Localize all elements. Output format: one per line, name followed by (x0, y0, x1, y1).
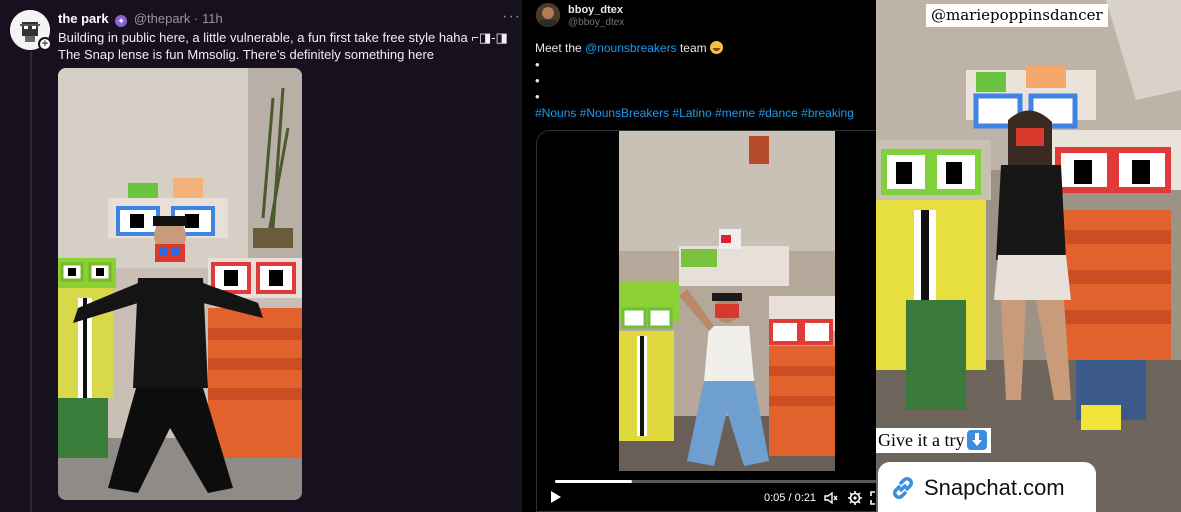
more-options-icon[interactable]: ··· (502, 8, 521, 26)
add-icon[interactable]: + (38, 37, 52, 51)
link-text[interactable]: Snapchat.com (924, 475, 1065, 501)
verified-badge-icon: ✦ (115, 15, 128, 27)
tweet-video[interactable]: 0:05 / 0:21 (536, 130, 876, 512)
user-mention-tag[interactable]: @mariepoppinsdancer (926, 4, 1108, 27)
mention-link[interactable]: @nounsbreakers (585, 41, 677, 55)
call-to-action: Give it a try (876, 428, 992, 453)
cast-panel: + the park ✦ @thepark · 11h ··· Building… (0, 0, 522, 512)
time-separator: / (785, 492, 795, 504)
cast-header: the park ✦ @thepark · 11h (58, 11, 223, 27)
cta-text: Give it a try (878, 430, 965, 450)
tweet-panel: bboy_dtex @bboy_dtex Meet the @nounsbrea… (522, 0, 876, 512)
video-progress-fill (555, 480, 632, 483)
display-name[interactable]: the park (58, 11, 109, 26)
link-sticker[interactable]: Snapchat.com (878, 462, 1096, 512)
intro-suffix: team (676, 41, 710, 55)
settings-gear-icon[interactable] (847, 490, 863, 506)
link-icon (893, 477, 913, 499)
down-arrow-emoji-icon (967, 430, 988, 450)
cast-text: Building in public here, a little vulner… (58, 30, 508, 62)
handle[interactable]: @thepark (134, 11, 191, 26)
video-time: 0:05 / 0:21 (764, 492, 816, 504)
timestamp[interactable]: 11h (202, 11, 223, 26)
duration: 0:21 (794, 492, 817, 504)
hashtags[interactable]: #Nouns #NounsBreakers #Latino #meme #dan… (535, 105, 870, 122)
thread-line (30, 52, 32, 512)
emoji-icon (709, 41, 723, 54)
tweet-intro-line: Meet the @nounsbreakers team (535, 40, 870, 57)
display-name[interactable]: bboy_dtex (568, 4, 623, 16)
play-icon[interactable] (547, 489, 563, 505)
intro-text: Meet the (535, 41, 586, 55)
cast-video[interactable] (58, 68, 302, 500)
volume-icon[interactable] (823, 490, 839, 506)
bullet: • (535, 73, 540, 88)
bullet: • (535, 57, 540, 72)
bullet: • (535, 89, 540, 104)
avatar[interactable] (536, 3, 560, 27)
video-progress-bar[interactable] (555, 480, 876, 483)
current-time: 0:05 (764, 492, 786, 504)
tweet-text: Meet the @nounsbreakers team • • • #Noun… (535, 40, 870, 122)
story-panel: @mariepoppinsdancer Give it a try Snapch… (876, 0, 1181, 512)
handle[interactable]: @bboy_dtex (568, 17, 624, 28)
separator: · (194, 11, 199, 26)
